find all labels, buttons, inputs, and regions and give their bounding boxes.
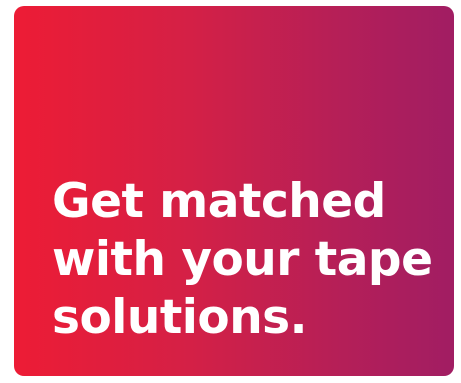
headline-line-3: solutions. — [52, 290, 308, 345]
headline: Get matched with your tape solutions. — [52, 173, 447, 347]
headline-line-2: with your tape — [52, 232, 433, 287]
headline-line-1: Get matched — [52, 174, 386, 229]
promo-card[interactable]: Get matched with your tape solutions. — [14, 6, 454, 376]
